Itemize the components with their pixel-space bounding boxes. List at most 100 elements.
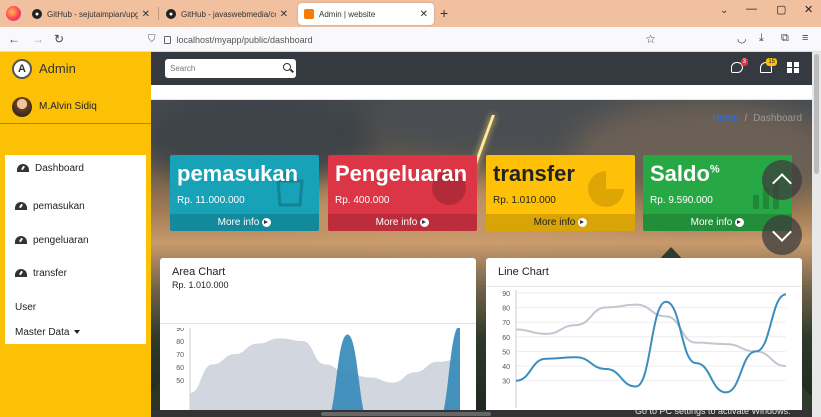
stat-value: Rp. 400.000 xyxy=(335,195,390,206)
scroll-up-button[interactable] xyxy=(762,160,802,200)
tachometer-icon xyxy=(15,236,27,244)
minimize-button[interactable]: — xyxy=(746,3,757,15)
arrow-circle-right-icon xyxy=(262,218,272,227)
tab-list-chevron-icon[interactable]: ⌄ xyxy=(720,5,728,16)
stat-value: Rp. 9.590.000 xyxy=(650,195,713,206)
forward-arrow-icon[interactable]: → xyxy=(32,32,44,46)
sidebar-menu: Dashboard pemasukan pengeluaran transfer… xyxy=(5,155,146,344)
scroll-down-button[interactable] xyxy=(762,215,802,255)
close-window-button[interactable]: ✕ xyxy=(804,3,813,16)
y-tick-label: 80 xyxy=(502,306,510,313)
y-tick-label: 60 xyxy=(176,365,184,372)
sidebar-item-user[interactable]: User xyxy=(5,295,146,319)
area-chart: 90 80 70 60 50 xyxy=(176,328,460,417)
arrow-circle-right-icon xyxy=(420,218,430,227)
y-tick-label: 70 xyxy=(502,320,510,327)
comments-badge: 3 xyxy=(740,58,748,66)
download-icon[interactable]: ⤓ xyxy=(759,32,764,45)
breadcrumb-home[interactable]: Home xyxy=(712,113,739,124)
more-info-label: More info xyxy=(217,217,260,228)
sidebar-item-label: transfer xyxy=(33,267,67,279)
content-header xyxy=(151,85,821,100)
browser-tab-1[interactable]: ● GitHub - sejutaimpian/upgrade ✕ xyxy=(26,3,156,25)
browser-navbar: ← → ↻ ⛉ localhost/myapp/public/dashboard… xyxy=(0,27,821,52)
notifications-badge: 15 xyxy=(766,58,777,66)
bell-icon[interactable]: 15 xyxy=(760,58,777,73)
main-header: 3 15 xyxy=(151,52,821,85)
reload-icon[interactable]: ↻ xyxy=(54,32,64,46)
sidebar-item-pemasukan[interactable]: pemasukan xyxy=(5,194,146,218)
stat-title-text: Saldo xyxy=(650,161,710,186)
y-tick-label: 30 xyxy=(502,379,510,386)
brand-link[interactable]: A Admin xyxy=(0,52,151,85)
bookmark-star-icon[interactable]: ☆ xyxy=(645,32,656,46)
scrollbar-thumb[interactable] xyxy=(321,412,491,416)
tachometer-icon xyxy=(17,164,29,172)
stat-title: transfer xyxy=(493,161,575,186)
menu-hamburger-icon[interactable]: ≡ xyxy=(802,32,808,44)
stat-title: Pengeluaran xyxy=(335,161,468,186)
firefox-icon[interactable] xyxy=(6,6,21,21)
sidebar-item-transfer[interactable]: transfer xyxy=(5,261,146,285)
y-tick-label: 60 xyxy=(502,335,510,342)
user-name[interactable]: M.Alvin Sidiq xyxy=(39,101,97,112)
card-title: Line Chart xyxy=(498,266,549,278)
more-info-label: More info xyxy=(533,217,576,228)
brand-logo: A xyxy=(12,58,32,79)
stat-value: Rp. 1.010.000 xyxy=(493,195,556,206)
area-chart-card: Area Chart Rp. 1.010.000 90 80 70 60 50 xyxy=(160,258,476,417)
line-series-2 xyxy=(515,293,787,394)
url-bar[interactable]: ⛉ localhost/myapp/public/dashboard ☆ xyxy=(142,30,666,49)
breadcrumb: Home / Dashboard xyxy=(712,113,802,124)
sidebar-item-label: User xyxy=(15,301,37,313)
stat-title-sup: % xyxy=(709,163,720,176)
comments-icon[interactable]: 3 xyxy=(731,58,748,73)
avatar xyxy=(12,96,32,117)
new-tab-button[interactable]: + xyxy=(440,5,448,21)
sidebar-item-label: pengeluaran xyxy=(33,234,89,246)
activate-windows-subtitle: Go to PC settings to activate Windows. xyxy=(635,406,791,416)
y-tick-label: 50 xyxy=(176,378,184,385)
sidebar-item-dashboard[interactable]: Dashboard xyxy=(5,156,146,180)
github-icon: ● xyxy=(32,9,42,19)
search-icon[interactable] xyxy=(283,63,291,71)
close-tab-icon[interactable]: ✕ xyxy=(420,9,428,20)
search-box[interactable] xyxy=(165,59,296,78)
more-info-label: More info xyxy=(690,217,733,228)
sidebar-item-pengeluaran[interactable]: pengeluaran xyxy=(5,228,146,252)
stat-box-transfer: transfer Rp. 1.010.000 More info xyxy=(486,155,635,231)
y-tick-label: 80 xyxy=(176,339,184,346)
sidebar-item-master-data[interactable]: Master Data xyxy=(5,320,146,344)
more-info-label: More info xyxy=(375,217,418,228)
caret-down-icon xyxy=(74,330,81,334)
stat-box-pemasukan: pemasukan Rp. 11.000.000 More info xyxy=(170,155,319,231)
tab-title: GitHub - javaswebmedia/comp xyxy=(181,9,276,19)
search-input[interactable] xyxy=(170,64,275,73)
breadcrumb-separator: / xyxy=(744,113,748,124)
more-info-link[interactable]: More info xyxy=(328,214,477,231)
user-panel[interactable]: M.Alvin Sidiq xyxy=(0,90,151,124)
vertical-scrollbar[interactable] xyxy=(812,52,821,417)
arrow-circle-right-icon xyxy=(578,218,588,227)
close-tab-icon[interactable]: ✕ xyxy=(142,9,150,20)
more-info-link[interactable]: More info xyxy=(486,214,635,231)
sidebar-item-label: Master Data xyxy=(15,326,70,338)
browser-tab-active[interactable]: Admin | website ✕ xyxy=(298,3,434,25)
close-tab-icon[interactable]: ✕ xyxy=(280,9,288,20)
back-arrow-icon[interactable]: ← xyxy=(8,32,20,46)
sidebar-item-label: pemasukan xyxy=(33,200,85,212)
more-info-link[interactable]: More info xyxy=(170,214,319,231)
page-info-icon[interactable] xyxy=(163,35,171,44)
extensions-icon[interactable]: ⧉ xyxy=(781,32,789,45)
tab-title: GitHub - sejutaimpian/upgrade xyxy=(47,9,138,19)
url-text[interactable]: localhost/myapp/public/dashboard xyxy=(177,35,313,45)
maximize-button[interactable]: ▢ xyxy=(776,3,786,16)
shield-icon[interactable]: ⛉ xyxy=(148,34,156,45)
scrollbar-thumb[interactable] xyxy=(814,54,819,174)
stat-title: pemasukan xyxy=(177,161,299,186)
pocket-icon[interactable]: ◡ xyxy=(737,32,747,45)
browser-tab-2[interactable]: ● GitHub - javaswebmedia/comp ✕ xyxy=(160,3,294,25)
apps-grid-icon[interactable] xyxy=(787,62,799,73)
browser-tabbar: ● GitHub - sejutaimpian/upgrade ✕ ● GitH… xyxy=(0,0,821,27)
y-tick-label: 70 xyxy=(176,352,184,359)
